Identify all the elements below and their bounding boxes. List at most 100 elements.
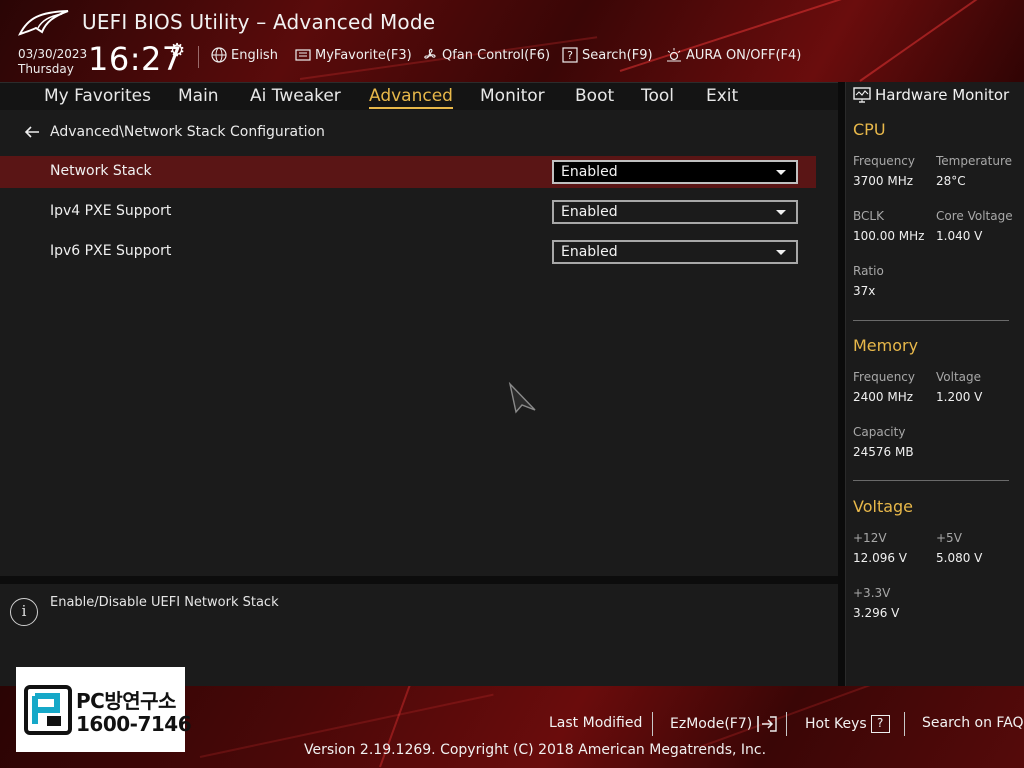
setting-label: Network Stack	[50, 163, 152, 179]
ezmode-label: EzMode(F7)	[670, 716, 753, 732]
chevron-down-icon	[776, 210, 786, 215]
help-text: Enable/Disable UEFI Network Stack	[50, 595, 279, 610]
search-faq-button[interactable]: Search on FAQ	[922, 715, 1024, 731]
mouse-cursor-icon	[508, 382, 536, 414]
setting-label: Ipv4 PXE Support	[50, 203, 172, 219]
memory-capacity-label: Capacity	[853, 425, 906, 439]
watermark-logo: PC방연구소 1600-7146	[16, 667, 192, 752]
network-stack-dropdown[interactable]: Enabled	[552, 160, 798, 184]
section-divider	[853, 480, 1009, 481]
language-label: English	[231, 47, 278, 63]
main-menu-bar: My Favorites Main Ai Tweaker Advanced Mo…	[0, 82, 838, 110]
last-modified-button[interactable]: Last Modified	[549, 715, 642, 731]
cpu-temperature-value: 28°C	[936, 174, 966, 188]
myfavorite-label: MyFavorite(F3)	[315, 47, 412, 63]
back-arrow-icon[interactable]	[24, 125, 40, 139]
footer-divider	[652, 712, 653, 736]
search-label: Search(F9)	[582, 47, 653, 63]
exit-arrow-icon	[757, 716, 777, 732]
setting-row-network-stack[interactable]: Network Stack Enabled	[0, 156, 816, 188]
setting-row-ipv4-pxe[interactable]: Ipv4 PXE Support Enabled	[0, 196, 816, 228]
footer-divider	[786, 712, 787, 736]
breadcrumb-path: Advanced\Network Stack Configuration	[50, 124, 325, 140]
tab-monitor[interactable]: Monitor	[480, 86, 545, 106]
rog-logo-icon	[18, 10, 69, 36]
hardware-monitor-label: Hardware Monitor	[875, 86, 1010, 104]
section-divider	[853, 320, 1009, 321]
search-button[interactable]: ? Search(F9)	[562, 47, 653, 63]
memory-frequency-label: Frequency	[853, 370, 915, 384]
memory-voltage-value: 1.200 V	[936, 390, 983, 404]
v12-label: +12V	[853, 531, 887, 545]
ratio-value: 37x	[853, 284, 876, 298]
v5-label: +5V	[936, 531, 962, 545]
day-value: Thursday	[18, 62, 74, 76]
date-value: 03/30/2023	[18, 47, 88, 61]
ipv6-pxe-dropdown[interactable]: Enabled	[552, 240, 798, 264]
tab-ai-tweaker[interactable]: Ai Tweaker	[250, 86, 341, 106]
setting-label: Ipv6 PXE Support	[50, 243, 172, 259]
info-icon: i	[10, 598, 38, 626]
header-divider	[198, 46, 199, 68]
core-voltage-value: 1.040 V	[936, 229, 983, 243]
language-button[interactable]: English	[211, 47, 278, 63]
breadcrumb: Advanced\Network Stack Configuration	[24, 124, 325, 140]
hot-keys-label: Hot Keys	[805, 716, 867, 732]
watermark-name: PC방연구소	[76, 689, 176, 713]
favorite-icon	[295, 49, 311, 61]
tab-main[interactable]: Main	[178, 86, 219, 106]
ratio-label: Ratio	[853, 264, 884, 278]
search-help-icon: ?	[562, 47, 578, 63]
memory-heading: Memory	[853, 336, 919, 355]
panel-divider	[0, 576, 838, 584]
hardware-monitor-panel: Hardware Monitor CPU Frequency Temperatu…	[845, 82, 1024, 686]
monitor-icon	[853, 87, 871, 103]
gear-icon[interactable]: ⚙	[169, 40, 185, 61]
cpu-temperature-label: Temperature	[936, 154, 1013, 168]
last-modified-label: Last Modified	[549, 715, 643, 731]
v12-value: 12.096 V	[853, 551, 908, 565]
aura-label: AURA ON/OFF(F4)	[686, 47, 802, 63]
question-key-icon: ?	[870, 715, 890, 733]
app-title: UEFI BIOS Utility – Advanced Mode	[82, 10, 436, 34]
fan-icon	[424, 48, 436, 59]
cpu-frequency-value: 3700 MHz	[853, 174, 914, 188]
search-faq-label: Search on FAQ	[922, 715, 1024, 731]
aura-icon	[667, 48, 681, 62]
cpu-frequency-label: Frequency	[853, 154, 915, 168]
hot-keys-button[interactable]: Hot Keys ?	[805, 715, 890, 733]
dropdown-value: Enabled	[561, 244, 618, 260]
cpu-heading: CPU	[853, 120, 886, 139]
core-voltage-label: Core Voltage	[936, 209, 1013, 223]
chevron-down-icon	[776, 170, 786, 175]
copyright-text: Version 2.19.1269. Copyright (C) 2018 Am…	[304, 742, 767, 758]
bclk-label: BCLK	[853, 209, 884, 223]
tab-boot[interactable]: Boot	[575, 86, 614, 106]
aura-toggle-button[interactable]: AURA ON/OFF(F4)	[666, 47, 801, 63]
v33-value: 3.296 V	[853, 606, 900, 620]
ezmode-button[interactable]: EzMode(F7)	[670, 715, 778, 733]
chevron-down-icon	[776, 250, 786, 255]
ipv4-pxe-dropdown[interactable]: Enabled	[552, 200, 798, 224]
tab-my-favorites[interactable]: My Favorites	[44, 86, 151, 106]
qfan-control-button[interactable]: Qfan Control(F6)	[422, 47, 550, 63]
hardware-monitor-title: Hardware Monitor	[853, 86, 1009, 104]
top-banner: UEFI BIOS Utility – Advanced Mode 03/30/…	[0, 0, 1024, 82]
dropdown-value: Enabled	[561, 204, 618, 220]
memory-frequency-value: 2400 MHz	[853, 390, 914, 404]
date-display: 03/30/2023 Thursday	[18, 47, 87, 77]
settings-panel: Advanced\Network Stack Configuration Net…	[0, 110, 838, 576]
svg-text:?: ?	[567, 49, 573, 62]
memory-capacity-value: 24576 MB	[853, 445, 914, 459]
pc-lab-logo-icon	[24, 685, 72, 735]
footer-divider	[904, 712, 905, 736]
tab-advanced[interactable]: Advanced	[369, 86, 453, 109]
dropdown-value: Enabled	[561, 164, 618, 180]
setting-row-ipv6-pxe[interactable]: Ipv6 PXE Support Enabled	[0, 236, 816, 268]
qfan-control-label: Qfan Control(F6)	[442, 47, 551, 63]
watermark-phone: 1600-7146	[76, 712, 192, 736]
tab-exit[interactable]: Exit	[706, 86, 738, 106]
tab-tool[interactable]: Tool	[641, 86, 674, 106]
myfavorite-button[interactable]: MyFavorite(F3)	[295, 47, 412, 63]
v33-label: +3.3V	[853, 586, 891, 600]
